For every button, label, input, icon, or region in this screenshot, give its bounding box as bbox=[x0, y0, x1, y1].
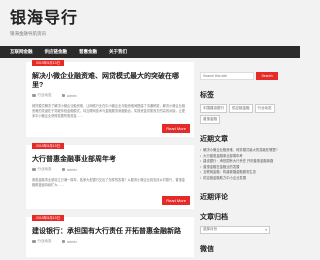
nav-item-internet-finance[interactable]: 互联网金融 bbox=[4, 46, 39, 58]
post-card: 2019年5月13日 解决小微企业融资难、网贷模式最大的突破在哪里? 行业动态 … bbox=[26, 60, 194, 137]
recent-posts-title: 近期文章 bbox=[200, 136, 228, 143]
post-author[interactable]: admin bbox=[61, 93, 77, 98]
post-meta: 行业动态 admin bbox=[32, 239, 188, 244]
user-icon bbox=[61, 167, 65, 172]
site-header: 银海导行 银海金融导航资讯 bbox=[0, 0, 300, 42]
post-title[interactable]: 大行普惠金融事业部周年考 bbox=[32, 155, 188, 164]
post-card: 2019年5月13日 建设银行：承担国有大行责任 开拓普惠金融新路 行业动态 a… bbox=[26, 215, 194, 257]
post-date-badge: 2019年5月13日 bbox=[32, 215, 65, 221]
tag-link[interactable]: 行业动态 bbox=[254, 104, 275, 113]
site-title[interactable]: 银海导行 bbox=[10, 10, 300, 28]
post-category[interactable]: 行业动态 bbox=[32, 239, 52, 244]
read-more-button[interactable]: Read More bbox=[162, 124, 190, 133]
post-card: 2019年5月13日 大行普惠金融事业部周年考 行业动态 admin 普惠金融事… bbox=[26, 143, 194, 209]
folder-icon bbox=[32, 167, 36, 172]
author-label: admin bbox=[67, 239, 77, 244]
post-title[interactable]: 建设银行：承担国有大行责任 开拓普惠金融新路 bbox=[32, 227, 188, 236]
recent-posts-list: 解决小微企业融资难、网贷模式最大的突破在哪里? 大行普惠金融事业部周年考 建设银… bbox=[200, 148, 280, 182]
user-icon bbox=[61, 239, 65, 244]
tag-link[interactable]: 普惠金融 bbox=[200, 115, 220, 124]
folder-icon bbox=[32, 239, 36, 244]
user-icon bbox=[61, 93, 65, 98]
archive-select-value: 选择月份 bbox=[203, 227, 217, 232]
tag-link[interactable]: 供应链金融 bbox=[229, 104, 253, 113]
main-nav: 互联网金融 供应链金融 普惠金融 关于我们 bbox=[0, 46, 300, 58]
site-description: 银海金融导航资讯 bbox=[10, 31, 46, 36]
post-title[interactable]: 解决小微企业融资难、网贷模式最大的突破在哪里? bbox=[32, 72, 188, 90]
post-date-badge: 2019年5月13日 bbox=[32, 60, 65, 66]
category-label: 行业动态 bbox=[37, 239, 52, 243]
post-excerpt: 网贷模式解决了解决小微企业融资难、让网络行业在中小微企业与融资难间搭建了沟通桥梁… bbox=[32, 104, 185, 118]
category-label: 行业动态 bbox=[37, 93, 52, 97]
nav-item-inclusive-finance[interactable]: 普惠金融 bbox=[73, 46, 103, 58]
author-label: admin bbox=[67, 167, 77, 172]
tag-cloud: 中国建设银行 供应链金融 行业动态 普惠金融 bbox=[200, 104, 276, 124]
search-input[interactable] bbox=[200, 72, 254, 80]
category-label: 行业动态 bbox=[37, 167, 52, 171]
search-form: Search bbox=[200, 72, 280, 80]
search-button[interactable]: Search bbox=[256, 72, 278, 80]
wechat-title: 微信 bbox=[200, 245, 214, 253]
chevron-down-icon: ▾ bbox=[265, 227, 267, 232]
post-date-badge: 2019年5月13日 bbox=[32, 143, 65, 149]
archives-title: 文章归档 bbox=[200, 213, 228, 221]
archive-month-select[interactable]: 选择月份 ▾ bbox=[200, 225, 270, 234]
recent-comments-title: 近期评论 bbox=[200, 193, 228, 201]
sidebar: Search 标签 中国建设银行 供应链金融 行业动态 普惠金融 近期文章 解决… bbox=[200, 72, 280, 254]
nav-item-about-us[interactable]: 关于我们 bbox=[103, 46, 133, 58]
post-author[interactable]: admin bbox=[61, 239, 77, 244]
post-category[interactable]: 行业动态 bbox=[32, 167, 52, 172]
nav-item-supply-chain-finance[interactable]: 供应链金融 bbox=[39, 46, 74, 58]
post-meta: 行业动态 admin bbox=[32, 167, 188, 172]
recent-post-link[interactable]: 供应链金融助力中小企业发展 bbox=[200, 176, 280, 182]
post-category[interactable]: 行业动态 bbox=[32, 93, 52, 98]
post-list: 2019年5月13日 解决小微企业融资难、网贷模式最大的突破在哪里? 行业动态 … bbox=[26, 60, 194, 260]
post-author[interactable]: admin bbox=[61, 167, 77, 172]
tag-link[interactable]: 中国建设银行 bbox=[200, 104, 227, 113]
author-label: admin bbox=[67, 93, 77, 98]
read-more-button[interactable]: Read More bbox=[162, 196, 190, 205]
post-excerpt: 普惠金融事业部设立已满一周年，各家大型银行交出了怎样的答卷？从服务小微企业到支持… bbox=[32, 178, 185, 187]
post-meta: 行业动态 admin bbox=[32, 93, 188, 98]
folder-icon bbox=[32, 93, 36, 98]
recent-post-label: 供应链金融助力中小企业发展 bbox=[203, 175, 247, 180]
tags-widget-title: 标签 bbox=[200, 92, 214, 99]
